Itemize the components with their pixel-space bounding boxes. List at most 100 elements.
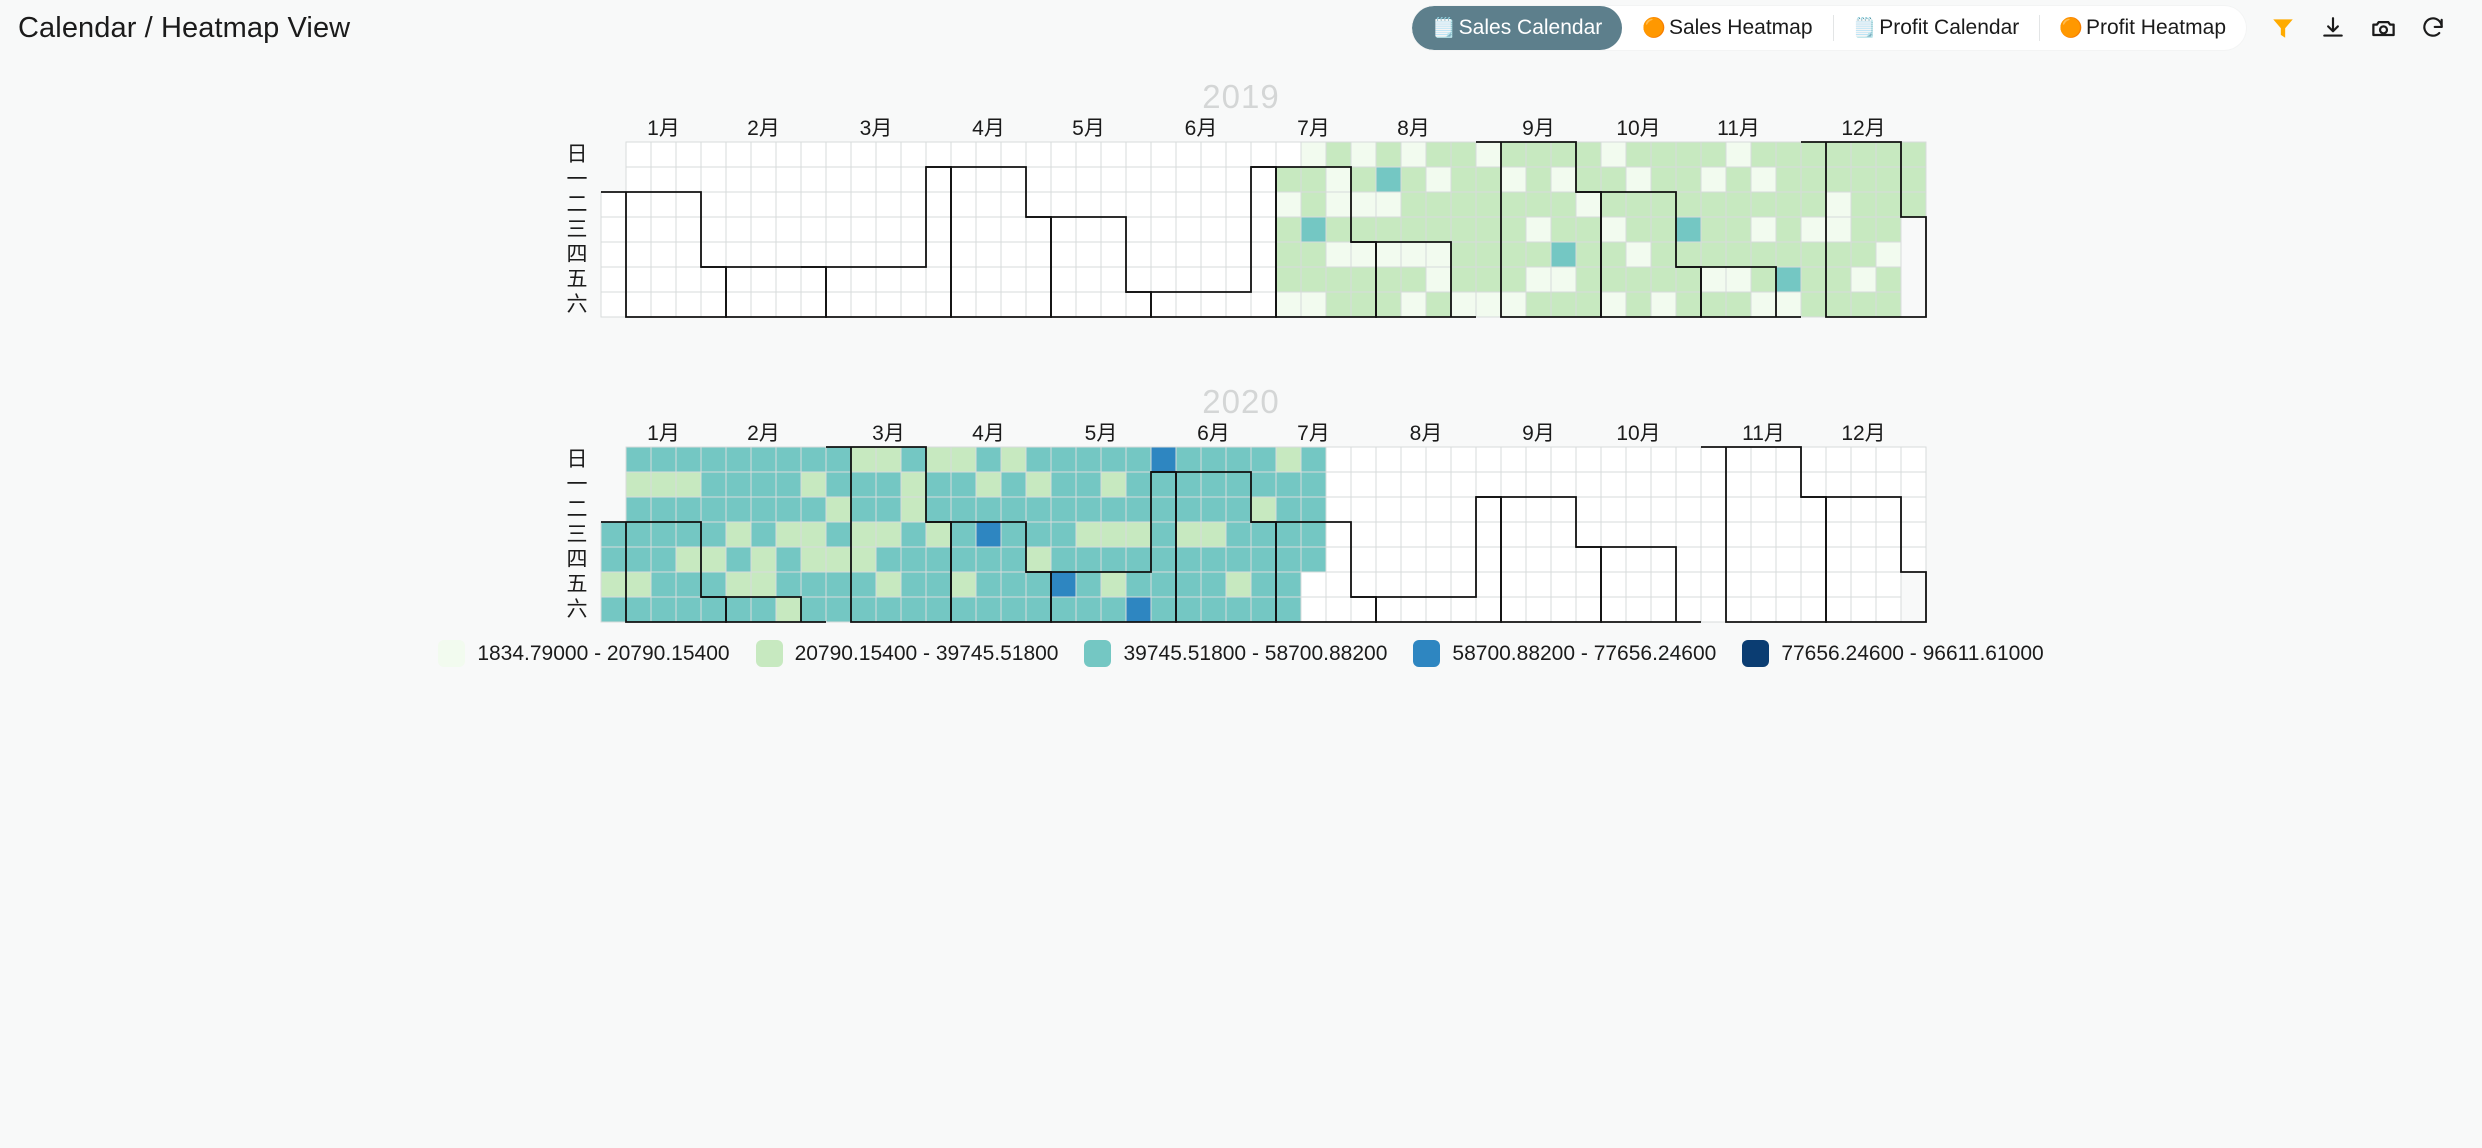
day-cell[interactable] [625,471,651,498]
day-cell[interactable] [1250,446,1276,473]
day-cell[interactable] [1300,471,1326,498]
day-cell[interactable] [1350,291,1376,318]
day-cell[interactable] [1250,241,1276,268]
day-cell[interactable] [1075,521,1101,548]
day-cell[interactable] [825,166,851,193]
day-cell[interactable] [1200,546,1226,573]
day-cell[interactable] [1025,571,1051,598]
day-cell[interactable] [900,216,926,243]
day-cell[interactable] [1350,141,1376,168]
day-cell[interactable] [1025,596,1051,623]
day-cell[interactable] [1150,571,1176,598]
day-cell[interactable] [1675,216,1701,243]
day-cell[interactable] [1400,291,1426,318]
day-cell[interactable] [750,266,776,293]
day-cell[interactable] [1325,571,1351,598]
day-cell[interactable] [850,266,876,293]
day-cell[interactable] [1025,291,1051,318]
day-cell[interactable] [900,596,926,623]
day-cell[interactable] [1775,266,1801,293]
day-cell[interactable] [1625,521,1651,548]
day-cell[interactable] [900,241,926,268]
day-cell[interactable] [750,596,776,623]
day-cell[interactable] [1750,291,1776,318]
day-cell[interactable] [875,496,901,523]
filter-icon[interactable] [2268,13,2298,43]
day-cell[interactable] [950,141,976,168]
day-cell[interactable] [1100,291,1126,318]
day-cell[interactable] [1800,446,1826,473]
day-cell[interactable] [1800,291,1826,318]
day-cell[interactable] [1450,596,1476,623]
day-cell[interactable] [975,241,1001,268]
day-cell[interactable] [875,266,901,293]
day-cell[interactable] [750,241,776,268]
day-cell[interactable] [1650,546,1676,573]
day-cell[interactable] [1425,266,1451,293]
day-cell[interactable] [1275,291,1301,318]
day-cell[interactable] [1875,266,1901,293]
day-cell[interactable] [1625,446,1651,473]
day-cell[interactable] [800,571,826,598]
day-cell[interactable] [900,546,926,573]
day-cell[interactable] [950,521,976,548]
day-cell[interactable] [1250,596,1276,623]
day-cell[interactable] [675,446,701,473]
day-cell[interactable] [1025,166,1051,193]
day-cell[interactable] [750,521,776,548]
day-cell[interactable] [1850,191,1876,218]
day-cell[interactable] [1450,191,1476,218]
day-cell[interactable] [850,141,876,168]
day-cell[interactable] [675,166,701,193]
day-cell[interactable] [1200,291,1226,318]
day-cell[interactable] [925,216,951,243]
day-cell[interactable] [600,596,626,623]
day-cell[interactable] [825,141,851,168]
day-cell[interactable] [1250,166,1276,193]
day-cell[interactable] [1500,446,1526,473]
day-cell[interactable] [625,521,651,548]
day-cell[interactable] [1000,266,1026,293]
day-cell[interactable] [1850,446,1876,473]
day-cell[interactable] [1825,191,1851,218]
day-cell[interactable] [1750,471,1776,498]
day-cell[interactable] [975,166,1001,193]
day-cell[interactable] [975,521,1001,548]
day-cell[interactable] [1350,216,1376,243]
day-cell[interactable] [1650,166,1676,193]
day-cell[interactable] [850,571,876,598]
day-cell[interactable] [1475,521,1501,548]
day-cell[interactable] [1800,521,1826,548]
day-cell[interactable] [875,141,901,168]
day-cell[interactable] [775,571,801,598]
day-cell[interactable] [1300,241,1326,268]
day-cell[interactable] [650,241,676,268]
day-cell[interactable] [1275,266,1301,293]
day-cell[interactable] [1750,496,1776,523]
day-cell[interactable] [1000,546,1026,573]
day-cell[interactable] [1550,571,1576,598]
day-cell[interactable] [900,291,926,318]
day-cell[interactable] [1800,471,1826,498]
day-cell[interactable] [625,446,651,473]
day-cell[interactable] [1575,266,1601,293]
day-cell[interactable] [975,266,1001,293]
day-cell[interactable] [975,141,1001,168]
day-cell[interactable] [1325,141,1351,168]
day-cell[interactable] [1125,521,1151,548]
day-cell[interactable] [750,291,776,318]
day-cell[interactable] [925,141,951,168]
day-cell[interactable] [875,166,901,193]
day-cell[interactable] [1350,471,1376,498]
day-cell[interactable] [1625,141,1651,168]
day-cell[interactable] [1775,191,1801,218]
day-cell[interactable] [1050,521,1076,548]
day-cell[interactable] [1625,216,1651,243]
day-cell[interactable] [1825,571,1851,598]
day-cell[interactable] [1300,166,1326,193]
day-cell[interactable] [800,141,826,168]
day-cell[interactable] [1600,596,1626,623]
day-cell[interactable] [800,471,826,498]
day-cell[interactable] [1775,546,1801,573]
day-cell[interactable] [1250,471,1276,498]
